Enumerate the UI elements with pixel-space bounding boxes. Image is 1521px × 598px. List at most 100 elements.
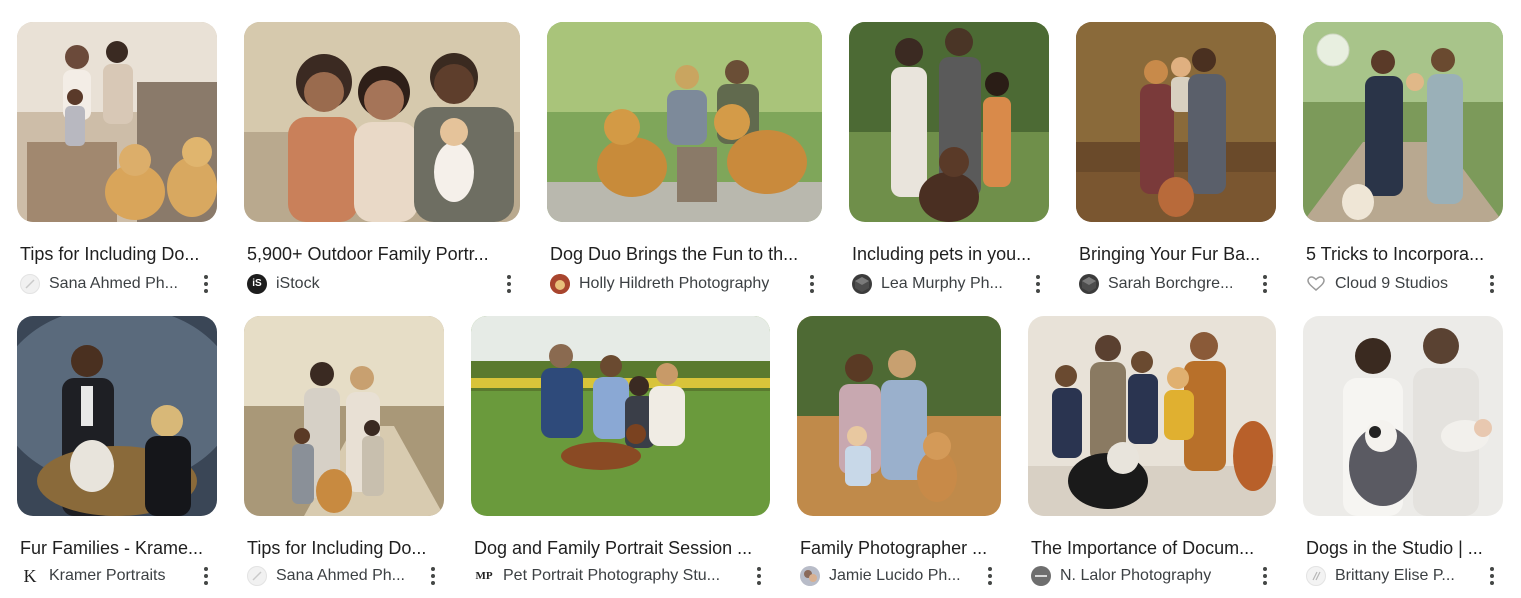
thumbnail-image	[471, 316, 770, 516]
result-title[interactable]: Dog and Family Portrait Session ...	[474, 538, 765, 558]
result-source-name: Brittany Elise P...	[1335, 567, 1455, 584]
result-card[interactable]: Dogs in the Studio | ... Brittany Elise …	[1303, 316, 1503, 586]
result-title[interactable]: Bringing Your Fur Ba...	[1079, 244, 1271, 264]
more-options-button[interactable]	[981, 564, 999, 588]
result-thumbnail[interactable]	[849, 22, 1049, 222]
result-card[interactable]: 5 Tricks to Incorpora... Cloud 9 Studios	[1303, 22, 1503, 293]
result-source[interactable]: N. Lalor Photography	[1031, 566, 1211, 586]
dot-icon	[507, 289, 511, 293]
dot-icon	[1490, 574, 1494, 578]
result-source-name: N. Lalor Photography	[1060, 567, 1212, 584]
sarah-borchgrevink-logo-icon	[1079, 274, 1099, 294]
dot-icon	[1036, 289, 1040, 293]
thumbnail-image	[849, 22, 1049, 222]
dot-icon	[988, 574, 992, 578]
result-card[interactable]: Family Photographer ... Jamie Lucido Ph.…	[797, 316, 1001, 586]
result-title[interactable]: Tips for Including Do...	[247, 538, 439, 558]
thumbnail-image	[17, 22, 217, 222]
more-options-button[interactable]	[1256, 272, 1274, 296]
result-card[interactable]: Including pets in you... Lea Murphy Ph..…	[849, 22, 1049, 294]
brittany-elise-logo-icon	[1306, 566, 1326, 586]
result-thumbnail[interactable]	[244, 316, 444, 516]
result-thumbnail[interactable]	[547, 22, 822, 222]
result-title[interactable]: 5,900+ Outdoor Family Portr...	[247, 244, 515, 264]
dot-icon	[1263, 282, 1267, 286]
result-thumbnail[interactable]	[797, 316, 1001, 516]
more-options-button[interactable]	[1029, 272, 1047, 296]
result-source[interactable]: Cloud 9 Studios	[1306, 274, 1448, 294]
result-source[interactable]: K Kramer Portraits	[20, 566, 166, 586]
dot-icon	[1263, 289, 1267, 293]
result-card[interactable]: 5,900+ Outdoor Family Portr... iS iStock	[244, 22, 520, 294]
result-source-name: Kramer Portraits	[49, 567, 166, 584]
result-source-name: Sana Ahmed Ph...	[49, 275, 178, 292]
result-card[interactable]: Fur Families - Krame... K Kramer Portrai…	[17, 316, 217, 586]
more-options-button[interactable]	[424, 564, 442, 588]
dot-icon	[1263, 581, 1267, 585]
dot-icon	[1490, 289, 1494, 293]
result-source[interactable]: iS iStock	[247, 274, 320, 294]
dot-icon	[204, 275, 208, 279]
result-thumbnail[interactable]	[1303, 22, 1503, 222]
dot-icon	[431, 574, 435, 578]
more-options-button[interactable]	[197, 564, 215, 588]
more-options-button[interactable]	[803, 272, 821, 296]
dot-icon	[1263, 574, 1267, 578]
result-card[interactable]: Tips for Including Do... Sana Ahmed Ph..…	[244, 316, 444, 586]
result-thumbnail[interactable]	[1303, 316, 1503, 516]
dot-icon	[1036, 282, 1040, 286]
thumbnail-image	[1303, 316, 1503, 516]
kramer-k-logo-icon: K	[20, 566, 40, 586]
result-source-name: Pet Portrait Photography Stu...	[503, 567, 721, 584]
result-title[interactable]: Fur Families - Krame...	[20, 538, 212, 558]
dot-icon	[810, 289, 814, 293]
dot-icon	[1490, 282, 1494, 286]
dot-icon	[988, 581, 992, 585]
result-title[interactable]: Dogs in the Studio | ...	[1306, 538, 1498, 558]
thumbnail-image	[244, 316, 444, 516]
result-source[interactable]: Sana Ahmed Ph...	[247, 566, 405, 586]
result-title[interactable]: Family Photographer ...	[800, 538, 996, 558]
result-title[interactable]: Tips for Including Do...	[20, 244, 212, 264]
more-options-button[interactable]	[197, 272, 215, 296]
dot-icon	[1490, 581, 1494, 585]
dot-icon	[507, 275, 511, 279]
result-card[interactable]: Dog and Family Portrait Session ... MP P…	[471, 316, 770, 585]
result-source[interactable]: Brittany Elise P...	[1306, 566, 1455, 586]
thumbnail-image	[797, 316, 1001, 516]
dot-icon	[757, 581, 761, 585]
more-options-button[interactable]	[1483, 272, 1501, 296]
thumbnail-image	[547, 22, 822, 222]
result-source[interactable]: Jamie Lucido Ph...	[800, 566, 961, 586]
result-thumbnail[interactable]	[471, 316, 770, 516]
lea-murphy-logo-icon	[852, 274, 872, 294]
result-source-name: Holly Hildreth Photography	[579, 275, 770, 292]
result-thumbnail[interactable]	[244, 22, 520, 222]
result-title[interactable]: 5 Tricks to Incorpora...	[1306, 244, 1498, 264]
more-options-button[interactable]	[1256, 564, 1274, 588]
more-options-button[interactable]	[500, 272, 518, 296]
kramer-logo-text: K	[23, 566, 37, 586]
result-source[interactable]: Sana Ahmed Ph...	[20, 274, 178, 294]
result-card[interactable]: Tips for Including Do... Sana Ahmed Ph..…	[17, 22, 217, 294]
result-source[interactable]: Sarah Borchgre...	[1079, 274, 1233, 294]
dot-icon	[1490, 567, 1494, 571]
more-options-button[interactable]	[1483, 564, 1501, 588]
n-lalor-logo-icon	[1031, 566, 1051, 586]
result-title[interactable]: Including pets in you...	[852, 244, 1044, 264]
result-card[interactable]: Dog Duo Brings the Fun to th... Holly Hi…	[547, 22, 822, 294]
result-card[interactable]: Bringing Your Fur Ba... Sarah Borchgre..…	[1076, 22, 1276, 294]
more-options-button[interactable]	[750, 564, 768, 588]
result-source[interactable]: MP Pet Portrait Photography Stu...	[474, 566, 720, 586]
result-title[interactable]: The Importance of Docum...	[1031, 538, 1271, 558]
result-thumbnail[interactable]	[1076, 22, 1276, 222]
result-source[interactable]: Holly Hildreth Photography	[550, 274, 769, 294]
result-source-name: Cloud 9 Studios	[1335, 275, 1448, 292]
result-source[interactable]: Lea Murphy Ph...	[852, 274, 1003, 294]
result-thumbnail[interactable]	[17, 22, 217, 222]
result-thumbnail[interactable]	[1028, 316, 1276, 516]
result-thumbnail[interactable]	[17, 316, 217, 516]
sana-ahmed-logo-icon	[20, 274, 40, 294]
result-title[interactable]: Dog Duo Brings the Fun to th...	[550, 244, 817, 264]
result-card[interactable]: The Importance of Docum... N. Lalor Phot…	[1028, 316, 1276, 586]
